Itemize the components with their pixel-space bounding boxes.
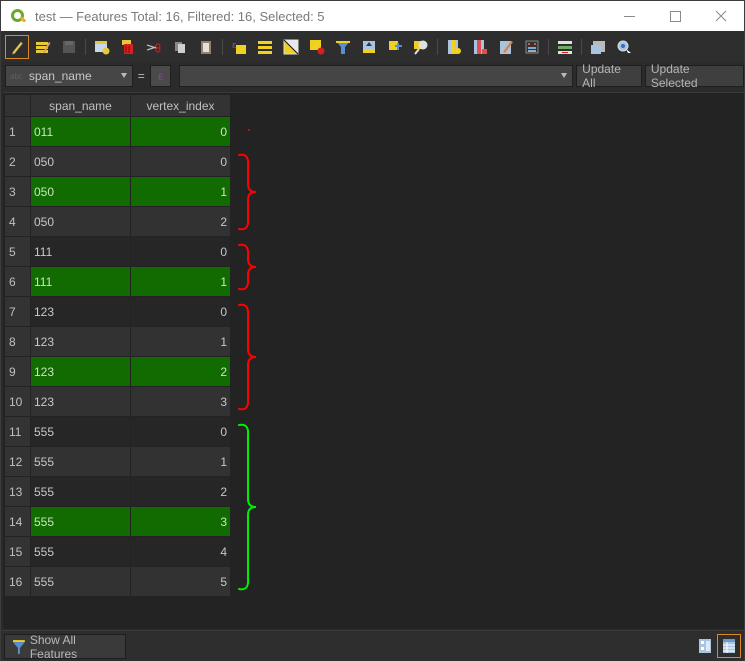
chevron-down-icon (561, 73, 568, 78)
table-view-icon (723, 639, 735, 653)
delete-selected-button[interactable] (116, 35, 140, 59)
pencil-icon (12, 41, 23, 54)
toolbar-separator (548, 38, 549, 55)
red-brace-annotation (238, 153, 257, 231)
update-selected-button[interactable]: Update Selected (644, 62, 744, 90)
close-button[interactable] (698, 1, 744, 31)
toolbar-separator (437, 38, 438, 55)
vertical-scrollbar[interactable] (742, 93, 744, 630)
delete-icon (122, 39, 133, 54)
field-calc-icon (500, 40, 513, 54)
add-feature-icon (95, 40, 110, 54)
deselect-all-button[interactable] (305, 35, 329, 59)
copy-icon (175, 41, 185, 53)
form-view-icon (699, 639, 711, 653)
actions-icon (558, 40, 572, 54)
toolbar-separator (222, 38, 223, 55)
field-calculator-bar: abc span_name = ε Update All Update Sele… (1, 62, 744, 90)
identify-button[interactable] (612, 35, 636, 59)
form-view-button[interactable] (693, 634, 717, 658)
red-brace-annotation (238, 303, 257, 411)
multi-edit-icon (36, 41, 51, 53)
paste-features-button[interactable] (194, 35, 218, 59)
save-icon (63, 40, 75, 53)
new-field-button[interactable] (442, 35, 466, 59)
close-icon (715, 10, 727, 22)
save-edits-button[interactable] (57, 35, 81, 59)
invert-selection-button[interactable] (279, 35, 303, 59)
dock-table-button[interactable] (586, 35, 610, 59)
paste-icon (201, 40, 211, 54)
deselect-icon (310, 39, 325, 54)
zoom-icon (414, 40, 428, 55)
table-view-button[interactable] (717, 634, 741, 658)
cut-features-button[interactable] (142, 35, 166, 59)
delete-field-button[interactable] (468, 35, 492, 59)
show-all-features-button[interactable]: Show All Features (4, 632, 126, 661)
field-type-label: abc (10, 71, 23, 81)
filter-select-button[interactable] (331, 35, 355, 59)
equals-label: = (137, 69, 145, 83)
toolbar-separator (581, 38, 582, 55)
pan-to-selected-button[interactable] (383, 35, 407, 59)
invert-selection-icon (283, 39, 299, 54)
delete-field-icon (474, 39, 487, 54)
select-all-button[interactable] (253, 35, 277, 59)
toggle-multi-edit-button[interactable] (31, 35, 55, 59)
actions-button[interactable] (553, 35, 577, 59)
red-brace-annotation (238, 243, 257, 291)
zoom-to-selected-button[interactable] (409, 35, 433, 59)
move-selection-to-top-button[interactable] (357, 35, 381, 59)
attribute-table: span_name vertex_index 1 011 0 2 050 0 3 050 1 4 0… (3, 92, 744, 629)
annotation-overlay (238, 129, 257, 591)
toolbar-separator (85, 38, 86, 55)
attribute-table-window: test — Features Total: 16, Filtered: 16,… (0, 0, 745, 661)
bottom-bar: Show All Features (1, 630, 744, 661)
minimize-button[interactable] (606, 1, 652, 31)
title-bar: test — Features Total: 16, Filtered: 16,… (1, 1, 744, 31)
expression-input[interactable] (179, 65, 574, 87)
select-expression-icon: ε (232, 41, 246, 54)
attribute-toolbar: ε (1, 31, 744, 62)
move-top-icon (363, 40, 375, 53)
select-by-expression-button[interactable]: ε (227, 35, 251, 59)
qgis-logo-icon (10, 8, 27, 24)
field-select[interactable]: abc span_name (5, 65, 133, 87)
minimize-icon (623, 15, 635, 17)
conditional-format-icon (525, 40, 539, 53)
maximize-button[interactable] (652, 1, 698, 31)
window-title: test — Features Total: 16, Filtered: 16,… (35, 8, 325, 24)
svg-text:ε: ε (232, 41, 237, 51)
field-select-value: span_name (28, 69, 92, 83)
green-brace-annotation (238, 423, 257, 591)
identify-icon (617, 40, 631, 53)
chevron-down-icon (120, 73, 127, 78)
select-all-icon (258, 40, 272, 54)
epsilon-icon: ε (157, 69, 164, 83)
new-field-icon (448, 39, 461, 54)
maximize-icon (669, 10, 681, 22)
conditional-formatting-button[interactable] (520, 35, 544, 59)
toggle-editing-button[interactable] (5, 34, 29, 59)
field-calculator-button[interactable] (494, 35, 518, 59)
update-all-button[interactable]: Update All (576, 62, 642, 90)
dock-icon (591, 40, 605, 54)
pan-icon (389, 40, 402, 50)
annotation-dot (248, 129, 250, 131)
scissors-icon (146, 43, 161, 52)
add-feature-button[interactable] (90, 35, 114, 59)
copy-features-button[interactable] (168, 35, 192, 59)
show-all-features-label: Show All Features (29, 632, 78, 661)
filter-icon (336, 40, 350, 54)
filter-icon (13, 639, 25, 654)
expression-builder-button[interactable]: ε (149, 65, 172, 87)
